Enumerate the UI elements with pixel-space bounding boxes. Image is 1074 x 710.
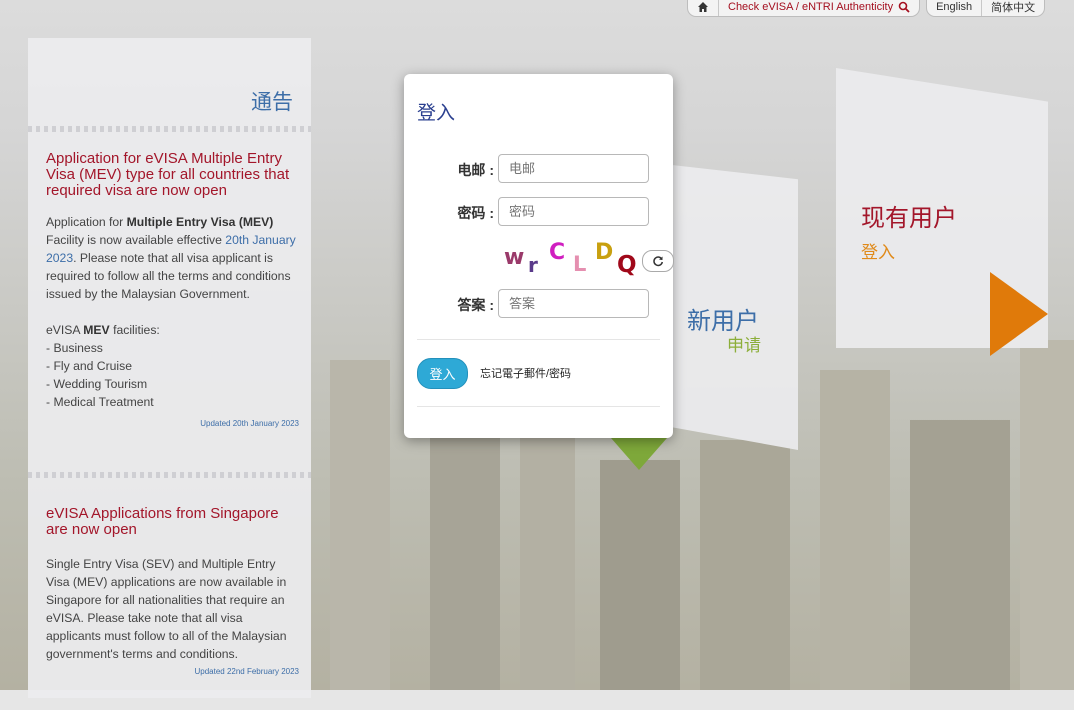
password-field[interactable] [498,197,649,226]
divider [28,472,311,478]
text-bold: MEV [83,323,110,337]
search-icon [898,1,910,13]
notice-title: 通告 [251,91,293,114]
list-item: - Fly and Cruise [46,359,133,373]
text-segment: facilities: [109,323,160,337]
captcha-char: D [595,240,614,265]
refresh-captcha-button[interactable] [642,250,674,272]
modal-title: 登入 [417,103,456,124]
password-label: 密码 : [457,205,494,221]
text-segment: eVISA [46,323,84,337]
notice-heading[interactable]: eVISA Applications from Singapore are no… [46,506,299,538]
orange-arrow-icon[interactable] [990,272,1048,356]
home-button[interactable] [688,0,718,16]
lang-english-link[interactable]: English [927,0,981,16]
forgot-password-link[interactable]: 忘记電子郵件/密码 [480,365,571,381]
home-check-pill: Check eVISA / eNTRI Authenticity [687,0,921,17]
login-modal: 登入 电邮 : 密码 : w r C L D Q 答案 : 登入 忘记電子郵件/… [404,74,674,438]
home-icon [698,2,708,12]
captcha-char: C [549,240,566,265]
captcha-answer-field[interactable] [498,289,649,318]
text-bold: Multiple Entry Visa (MEV) [126,215,274,229]
answer-label: 答案 : [457,297,494,313]
captcha-char: r [528,253,538,277]
divider [417,339,660,340]
captcha-char: Q [617,252,637,278]
green-arrow-icon [611,438,667,470]
captcha-image: w r C L D Q [504,240,644,280]
login-button[interactable]: 登入 [417,358,468,389]
text-segment: . Please note that all visa applicant is… [46,251,291,301]
divider [417,406,660,407]
notice-body: Application for Multiple Entry Visa (MEV… [46,213,299,411]
top-bar: Check eVISA / eNTRI Authenticity English… [687,0,1046,17]
new-user-subtitle: 申请 [727,336,761,355]
updated-date: Updated 22nd February 2023 [194,667,299,676]
list-item: - Medical Treatment [46,395,154,409]
email-field[interactable] [498,154,649,183]
language-pill: English 简体中文 [926,0,1046,17]
notice-body: Single Entry Visa (SEV) and Multiple Ent… [46,557,287,661]
list-item: - Business [46,341,103,355]
updated-date: Updated 20th January 2023 [200,419,299,428]
email-label: 电邮 : [457,162,494,178]
captcha-char: L [573,252,587,276]
list-item: - Wedding Tourism [46,377,148,391]
text-segment: Facility is now available effective [46,233,226,247]
new-user-card[interactable]: 新用户 申请 [672,165,798,450]
captcha-char: w [504,245,525,270]
divider [28,126,311,132]
notice-item-singapore: eVISA Applications from Singapore are no… [46,506,299,677]
notice-heading[interactable]: Application for eVISA Multiple Entry Vis… [46,151,299,199]
notice-item-mev: Application for eVISA Multiple Entry Vis… [46,151,299,429]
notice-panel: 通告 Application for eVISA Multiple Entry … [28,38,311,698]
existing-user-subtitle: 登入 [861,243,895,262]
refresh-icon [653,256,664,267]
lang-chinese-link[interactable]: 简体中文 [981,0,1044,16]
text-segment: Application for [46,215,127,229]
existing-user-title: 现有用户 [861,205,957,232]
check-authenticity-link[interactable]: Check eVISA / eNTRI Authenticity [718,0,919,16]
check-authenticity-label: Check eVISA / eNTRI Authenticity [728,1,894,13]
